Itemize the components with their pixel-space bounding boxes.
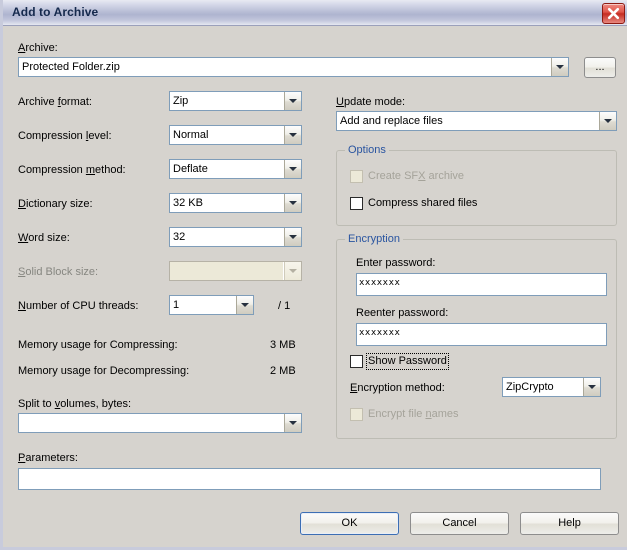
chevron-down-icon[interactable] <box>283 228 301 246</box>
options-group: Options Create SFX archive Compress shar… <box>336 144 617 226</box>
split-volumes-combo[interactable] <box>18 413 302 433</box>
chevron-down-icon[interactable] <box>235 296 253 314</box>
checkbox-box <box>350 408 363 421</box>
memory-decompressing-value: 2 MB <box>270 365 296 377</box>
close-icon[interactable] <box>602 3 625 24</box>
add-to-archive-dialog: Add to Archive Archive: Protected Folder… <box>0 0 627 550</box>
archive-format-combo[interactable]: Zip <box>169 91 302 111</box>
word-size-label: Word size: <box>18 232 70 244</box>
checkbox-box[interactable] <box>350 355 363 368</box>
archive-path-value: Protected Folder.zip <box>22 61 120 73</box>
update-mode-combo[interactable]: Add and replace files <box>336 111 617 131</box>
word-size-value: 32 <box>173 231 186 243</box>
encryption-method-value: ZipCrypto <box>506 381 554 393</box>
chevron-down-icon[interactable] <box>283 126 301 144</box>
options-group-title: Options <box>345 144 389 156</box>
reenter-password-input[interactable]: xxxxxxx <box>356 323 607 346</box>
archive-path-combo[interactable]: Protected Folder.zip <box>18 57 569 77</box>
create-sfx-label: Create SFX archive <box>368 170 465 182</box>
compress-shared-label: Compress shared files <box>368 197 478 209</box>
browse-button[interactable]: ... <box>584 57 616 78</box>
update-mode-label: Update mode: <box>336 96 406 108</box>
solid-block-size-combo <box>169 261 302 281</box>
chevron-down-icon <box>283 262 301 280</box>
compression-level-combo[interactable]: Normal <box>169 125 302 145</box>
enter-password-input[interactable]: xxxxxxx <box>356 273 607 296</box>
dictionary-size-value: 32 KB <box>173 197 203 209</box>
title-bar[interactable]: Add to Archive <box>3 0 627 26</box>
chevron-down-icon[interactable] <box>283 160 301 178</box>
window-title: Add to Archive <box>12 5 99 19</box>
show-password-label: Show Password <box>366 353 449 370</box>
cpu-threads-label: Number of CPU threads: <box>18 300 139 312</box>
cancel-button[interactable]: Cancel <box>410 512 509 535</box>
ok-button[interactable]: OK <box>300 512 399 535</box>
enter-password-label: Enter password: <box>356 257 436 269</box>
chevron-down-icon[interactable] <box>283 414 301 432</box>
compression-method-label: Compression method: <box>18 164 126 176</box>
parameters-input[interactable] <box>18 468 601 490</box>
chevron-down-icon[interactable] <box>598 112 616 130</box>
checkbox-box <box>350 170 363 183</box>
compression-level-value: Normal <box>173 129 209 141</box>
compression-method-value: Deflate <box>173 163 208 175</box>
archive-label-rest: rchive: <box>25 42 58 54</box>
encrypt-file-names-label: Encrypt file names <box>368 408 459 420</box>
parameters-label: Parameters: <box>18 452 78 464</box>
cpu-threads-combo[interactable]: 1 <box>169 295 254 315</box>
checkbox-box[interactable] <box>350 197 363 210</box>
encryption-group: Encryption Enter password: xxxxxxx Reent… <box>336 233 617 439</box>
encryption-group-title: Encryption <box>345 233 403 245</box>
memory-decompressing-label: Memory usage for Decompressing: <box>18 365 190 377</box>
chevron-down-icon[interactable] <box>283 92 301 110</box>
compression-method-combo[interactable]: Deflate <box>169 159 302 179</box>
cpu-threads-max: / 1 <box>278 300 291 312</box>
encryption-method-combo[interactable]: ZipCrypto <box>502 377 601 397</box>
chevron-down-icon[interactable] <box>550 58 568 76</box>
chevron-down-icon[interactable] <box>582 378 600 396</box>
dictionary-size-combo[interactable]: 32 KB <box>169 193 302 213</box>
archive-label: Archive: <box>18 42 58 54</box>
reenter-password-label: Reenter password: <box>356 307 449 319</box>
compression-level-label: Compression level: <box>18 130 112 142</box>
split-volumes-label: Split to volumes, bytes: <box>18 398 132 410</box>
word-size-combo[interactable]: 32 <box>169 227 302 247</box>
archive-format-value: Zip <box>173 95 189 107</box>
cpu-threads-value: 1 <box>173 299 180 311</box>
encryption-method-label: Encryption method: <box>350 382 445 394</box>
dictionary-size-label: Dictionary size: <box>18 198 93 210</box>
solid-block-size-label: Solid Block size: <box>18 266 99 278</box>
memory-compressing-value: 3 MB <box>270 339 296 351</box>
chevron-down-icon[interactable] <box>283 194 301 212</box>
memory-compressing-label: Memory usage for Compressing: <box>18 339 178 351</box>
help-button[interactable]: Help <box>520 512 619 535</box>
archive-format-label: Archive format: <box>18 96 92 108</box>
update-mode-value: Add and replace files <box>340 115 443 127</box>
dialog-client-area: Archive: Protected Folder.zip ... Archiv… <box>6 26 627 547</box>
